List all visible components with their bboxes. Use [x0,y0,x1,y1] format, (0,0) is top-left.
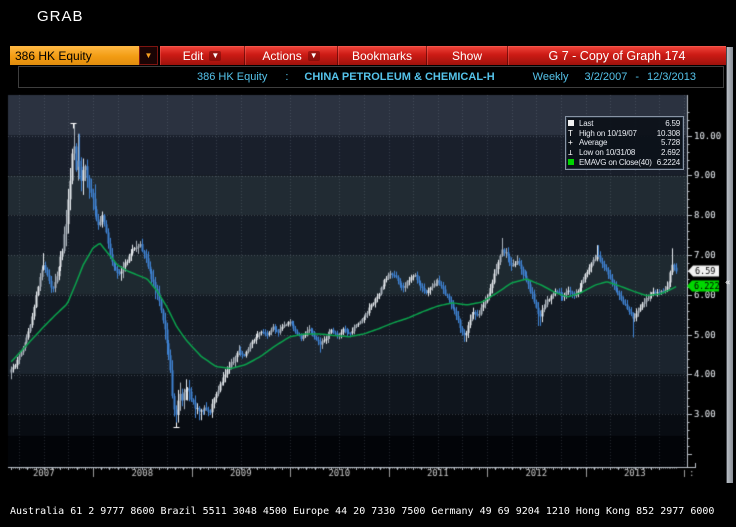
price-chart-canvas[interactable] [0,0,736,527]
emavg-swatch-icon [568,158,579,167]
legend-row-low: ⊥ Low on 10/31/08 2.692 [568,148,680,158]
high-marker-icon: T [568,128,573,138]
low-marker-icon: ⊥ [568,148,573,158]
average-marker-icon: + [568,138,573,148]
vertical-scrollbar[interactable] [726,47,733,483]
legend-row-average: + Average 5.728 [568,138,680,148]
legend-row-last: Last 6.59 [568,119,680,129]
legend-row-emavg: EMAVG on Close(40) 6.2224 [568,157,680,167]
chart-legend: Last 6.59 T High on 10/19/07 10.308 + Av… [565,116,684,170]
bloomberg-terminal-screen: GRAB 386 HK Equity ▼ Edit ▼ Actions ▼ Bo… [0,0,736,527]
legend-row-high: T High on 10/19/07 10.308 [568,128,680,138]
last-swatch-icon [568,119,579,128]
footer-phones-line1: Australia 61 2 9777 8600 Brazil 5511 304… [10,506,715,517]
terminal-footer: Australia 61 2 9777 8600 Brazil 5511 304… [10,482,735,527]
collapse-chevrons-icon[interactable]: « [725,278,730,288]
